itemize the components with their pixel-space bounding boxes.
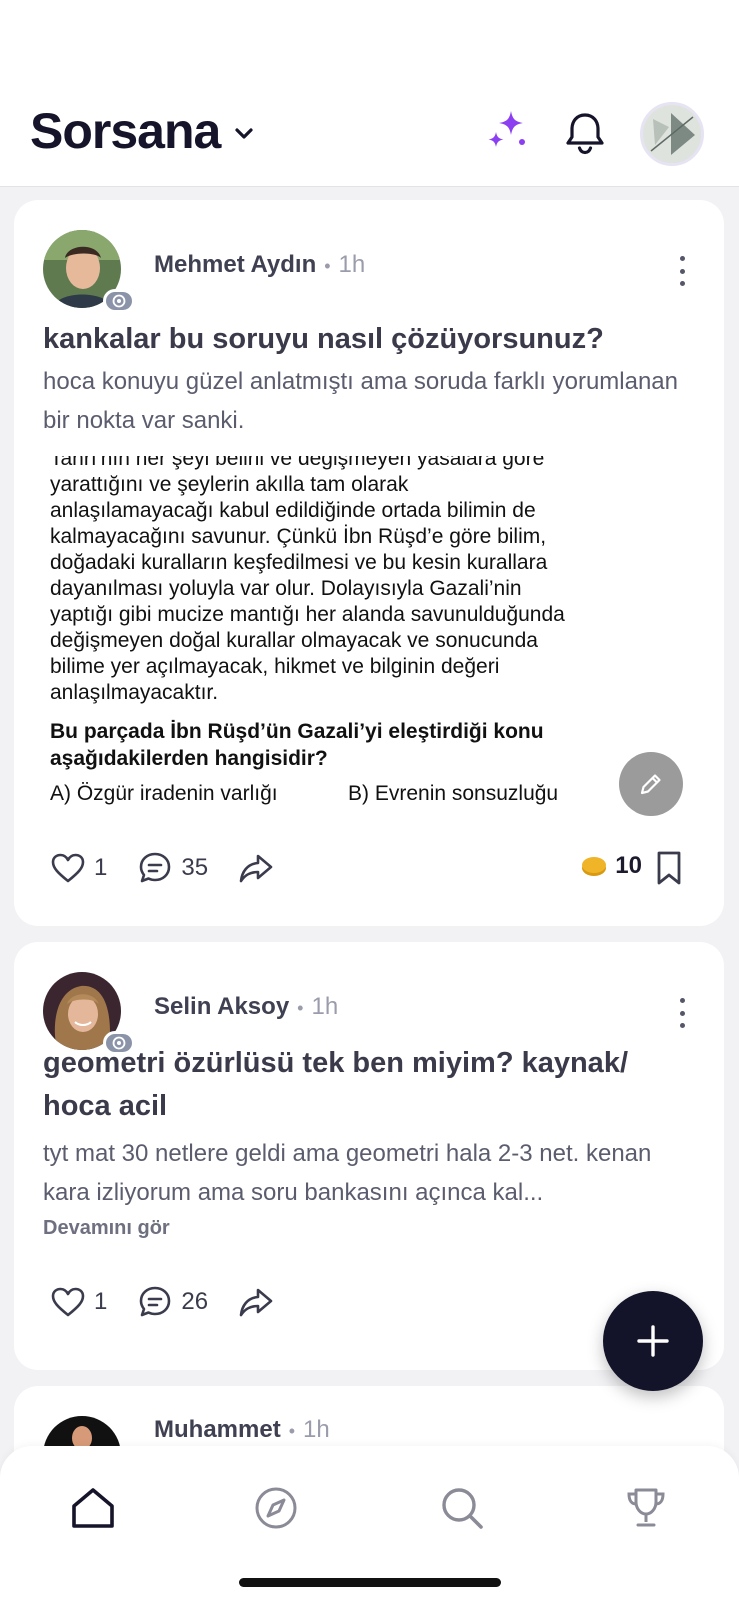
- question-prompt: Bu parçada İbn Rüşd’ün Gazali’yi eleştir…: [50, 720, 544, 770]
- verified-badge: [103, 289, 135, 313]
- chevron-down-icon: [235, 128, 253, 139]
- meta-separator: •: [324, 256, 331, 276]
- bookmark-icon[interactable]: [654, 850, 684, 886]
- comment-button[interactable]: 35: [137, 850, 208, 886]
- post-body[interactable]: hoca konuyu güzel anlatmıştı ama soruda …: [43, 362, 683, 440]
- comment-count: 26: [181, 1288, 209, 1315]
- comment-icon: [140, 852, 171, 883]
- comment-button[interactable]: 26: [137, 1284, 208, 1320]
- heart-icon: [51, 1287, 85, 1317]
- meta-separator: •: [297, 998, 304, 1018]
- sparkle-icon[interactable]: [484, 108, 530, 154]
- compass-icon[interactable]: [254, 1486, 298, 1530]
- share-button[interactable]: [238, 1286, 274, 1318]
- post-time: 1h: [303, 1416, 330, 1443]
- post-actions: 1 35: [50, 850, 304, 886]
- post-time: 1h: [338, 251, 366, 278]
- post-title[interactable]: kankalar bu soruyu nasıl çözüyorsunuz?: [43, 318, 683, 360]
- post-actions: 1 26: [50, 1284, 304, 1320]
- search-icon[interactable]: [440, 1486, 484, 1530]
- plus-icon: [637, 1325, 669, 1357]
- question-image[interactable]: Tanrı'nın her şeyi belirli ve değişmeyen…: [44, 456, 694, 816]
- edit-button[interactable]: [619, 752, 683, 816]
- heart-icon: [51, 853, 85, 883]
- more-options-icon[interactable]: [672, 998, 692, 1028]
- like-count: 1: [94, 1288, 108, 1315]
- author-name[interactable]: Selin Aksoy: [154, 993, 289, 1021]
- option-a: A) Özgür iradenin varlığı: [50, 782, 278, 805]
- trophy-icon[interactable]: [624, 1486, 668, 1530]
- home-indicator: [239, 1578, 501, 1587]
- see-more-link[interactable]: Devamını gör: [43, 1217, 170, 1240]
- author-name[interactable]: Muhammet: [154, 1416, 281, 1444]
- app-title: Sorsana: [30, 103, 221, 159]
- like-count: 1: [94, 854, 108, 881]
- meta-separator: •: [288, 1421, 295, 1441]
- question-passage: Tanrı'nın her şeyi belirli ve değişmeyen…: [50, 456, 565, 704]
- profile-avatar[interactable]: [640, 102, 704, 166]
- bottom-nav: [0, 1446, 739, 1600]
- post-title[interactable]: geometri özürlüsü tek ben miyim? kaynak/…: [43, 1042, 683, 1128]
- eye-icon: [112, 294, 126, 308]
- create-post-button[interactable]: [603, 1291, 703, 1391]
- bell-icon[interactable]: [563, 110, 607, 156]
- like-button[interactable]: 1: [50, 852, 107, 884]
- share-icon: [239, 854, 273, 883]
- post-meta: Mehmet Aydın • 1h: [154, 251, 365, 279]
- like-button[interactable]: 1: [50, 1286, 107, 1318]
- top-bar: Sorsana: [0, 0, 739, 187]
- author-name[interactable]: Mehmet Aydın: [154, 251, 316, 279]
- coin-reward: 10: [581, 852, 642, 880]
- comment-icon: [140, 1286, 171, 1317]
- share-icon: [239, 1288, 273, 1317]
- option-b: B) Evrenin sonsuzluğu: [348, 782, 559, 805]
- post-meta: Muhammet • 1h: [154, 1416, 330, 1444]
- avatar-image: [643, 105, 701, 163]
- community-switcher[interactable]: Sorsana: [30, 102, 254, 160]
- coin-count: 10: [615, 852, 642, 879]
- home-icon[interactable]: [70, 1486, 116, 1530]
- post-meta: Selin Aksoy • 1h: [154, 993, 338, 1021]
- post-body[interactable]: tyt mat 30 netlere geldi ama geometri ha…: [43, 1134, 688, 1212]
- more-options-icon[interactable]: [672, 256, 692, 286]
- pencil-icon: [640, 774, 661, 795]
- coin-icon: [582, 857, 607, 876]
- comment-count: 35: [181, 854, 209, 881]
- post-time: 1h: [311, 993, 339, 1020]
- share-button[interactable]: [238, 852, 274, 884]
- post-card[interactable]: Mehmet Aydın • 1h kankalar bu soruyu nas…: [14, 200, 724, 926]
